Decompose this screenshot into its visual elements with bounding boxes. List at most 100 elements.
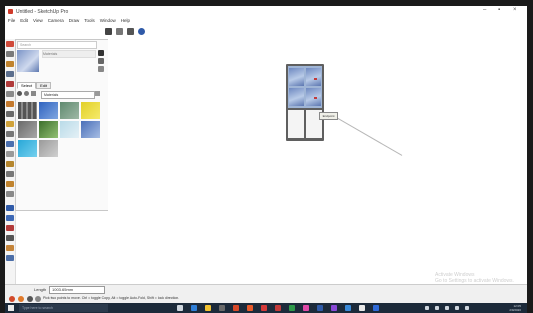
task-view-icon[interactable] bbox=[177, 305, 183, 311]
dimension-tool-icon[interactable] bbox=[6, 191, 14, 197]
clock-date: 2/9/2020 bbox=[509, 308, 521, 312]
activation-watermark: Activate Windows Go to Settings to activ… bbox=[435, 272, 514, 284]
paint-app-icon[interactable] bbox=[303, 305, 309, 311]
language-icon[interactable] bbox=[465, 306, 469, 310]
chrome-icon[interactable] bbox=[261, 305, 267, 311]
tab-select[interactable]: Select bbox=[17, 82, 37, 89]
excel-icon[interactable] bbox=[289, 305, 295, 311]
sketchup-window: Untitled - SketchUp Pro – ▪ × File Edit … bbox=[5, 6, 527, 303]
user-icon[interactable] bbox=[138, 28, 145, 35]
close-icon[interactable]: × bbox=[513, 7, 517, 13]
glass-panel bbox=[289, 88, 304, 106]
line-tool-icon[interactable] bbox=[6, 61, 14, 67]
home-icon[interactable] bbox=[31, 91, 36, 96]
inference-tooltip: Endpoint bbox=[319, 112, 338, 120]
measurements-input[interactable]: 1003.65mm bbox=[49, 286, 105, 294]
default-material-icon[interactable] bbox=[98, 66, 104, 72]
material-name-field[interactable]: Materials bbox=[42, 50, 96, 58]
start-icon[interactable] bbox=[8, 305, 14, 311]
menu-view[interactable]: View bbox=[33, 17, 43, 25]
volume-icon[interactable] bbox=[445, 306, 449, 310]
redo-icon[interactable] bbox=[105, 28, 112, 35]
menu-window[interactable]: Window bbox=[100, 17, 116, 25]
help-icon[interactable] bbox=[35, 296, 41, 302]
tape-tool-icon[interactable] bbox=[6, 141, 14, 147]
undo-icon[interactable] bbox=[116, 28, 123, 35]
cabinet-model[interactable] bbox=[286, 64, 324, 141]
swatch-yellow[interactable] bbox=[81, 102, 100, 119]
minimize-icon[interactable]: – bbox=[483, 7, 486, 13]
forward-icon[interactable] bbox=[24, 91, 29, 96]
zoom-tool-icon[interactable] bbox=[6, 225, 14, 231]
push-pull-tool-icon[interactable] bbox=[6, 91, 14, 97]
menu-camera[interactable]: Camera bbox=[48, 17, 64, 25]
library-select[interactable]: Materials bbox=[41, 91, 95, 99]
maximize-icon[interactable]: ▪ bbox=[498, 7, 500, 13]
swatch-silver[interactable] bbox=[39, 140, 58, 157]
credits-icon[interactable] bbox=[18, 296, 24, 302]
sketchup-taskbar-icon[interactable] bbox=[247, 305, 253, 311]
notepad-icon[interactable] bbox=[359, 305, 365, 311]
onenote-icon[interactable] bbox=[331, 305, 337, 311]
menu-help[interactable]: Help bbox=[121, 17, 130, 25]
sketchup-logo-icon bbox=[8, 9, 13, 14]
look-around-icon[interactable] bbox=[6, 255, 14, 261]
swatch-tile[interactable] bbox=[18, 102, 37, 119]
text-tool-icon[interactable] bbox=[6, 151, 14, 157]
swatch-grey[interactable] bbox=[18, 121, 37, 138]
swatch-blue-glass[interactable] bbox=[39, 102, 58, 119]
orbit-tool-icon[interactable] bbox=[6, 205, 14, 211]
swatch-translucent-green[interactable] bbox=[60, 102, 79, 119]
geo-location-icon[interactable] bbox=[9, 296, 15, 302]
pan-tool-icon[interactable] bbox=[6, 215, 14, 221]
main-toolbar bbox=[5, 25, 527, 40]
swatch-green[interactable] bbox=[39, 121, 58, 138]
swatch-mirror[interactable] bbox=[81, 121, 100, 138]
menu-tools[interactable]: Tools bbox=[84, 17, 95, 25]
office-icon[interactable] bbox=[233, 305, 239, 311]
store-icon[interactable] bbox=[219, 305, 225, 311]
word-icon[interactable] bbox=[317, 305, 323, 311]
user-account-icon[interactable] bbox=[27, 296, 33, 302]
material-search-input[interactable]: Search bbox=[17, 41, 97, 49]
opera-icon[interactable] bbox=[275, 305, 281, 311]
window-title: Untitled - SketchUp Pro bbox=[16, 9, 69, 15]
offset-tool-icon[interactable] bbox=[6, 131, 14, 137]
rotate-tool-icon[interactable] bbox=[6, 111, 14, 117]
library-row: Materials bbox=[17, 91, 105, 99]
tray-chevron-icon[interactable] bbox=[425, 306, 429, 310]
select-tool-icon[interactable] bbox=[6, 41, 14, 47]
back-icon[interactable] bbox=[17, 91, 22, 96]
menu-draw[interactable]: Draw bbox=[69, 17, 80, 25]
edge-icon[interactable] bbox=[191, 305, 197, 311]
paint-tool-icon[interactable] bbox=[6, 161, 14, 167]
taskbar-search-input[interactable]: Type here to search bbox=[19, 304, 108, 312]
circle-tool-icon[interactable] bbox=[6, 81, 14, 87]
swatch-cyan[interactable] bbox=[18, 140, 37, 157]
scale-tool-icon[interactable] bbox=[6, 121, 14, 127]
menu-file[interactable]: File bbox=[8, 17, 15, 25]
eraser-tool-icon[interactable] bbox=[6, 51, 14, 57]
photos-icon[interactable] bbox=[345, 305, 351, 311]
zoom-extents-icon[interactable] bbox=[6, 235, 14, 241]
move-tool-icon[interactable] bbox=[6, 101, 14, 107]
outlook-icon[interactable] bbox=[373, 305, 379, 311]
file-explorer-icon[interactable] bbox=[205, 305, 211, 311]
axes-tool-icon[interactable] bbox=[6, 181, 14, 187]
tab-edit[interactable]: Edit bbox=[36, 82, 52, 89]
menu-edit[interactable]: Edit bbox=[20, 17, 28, 25]
swatch-light-blue[interactable] bbox=[60, 121, 79, 138]
create-material-icon[interactable] bbox=[98, 58, 104, 64]
taskbar-clock[interactable]: 12:05 2/9/2020 bbox=[509, 304, 521, 312]
section-tool-icon[interactable] bbox=[6, 171, 14, 177]
print-icon[interactable] bbox=[127, 28, 134, 35]
panel-tabs: Select Edit bbox=[17, 82, 52, 89]
network-icon[interactable] bbox=[435, 306, 439, 310]
modeling-viewport[interactable]: Endpoint Activate Windows Go to Settings… bbox=[108, 39, 527, 284]
rectangle-tool-icon[interactable] bbox=[6, 71, 14, 77]
eyedropper-icon[interactable] bbox=[98, 50, 104, 56]
details-icon[interactable] bbox=[95, 91, 100, 96]
walk-tool-icon[interactable] bbox=[6, 245, 14, 251]
battery-icon[interactable] bbox=[455, 306, 459, 310]
cabinet-door bbox=[288, 110, 304, 138]
